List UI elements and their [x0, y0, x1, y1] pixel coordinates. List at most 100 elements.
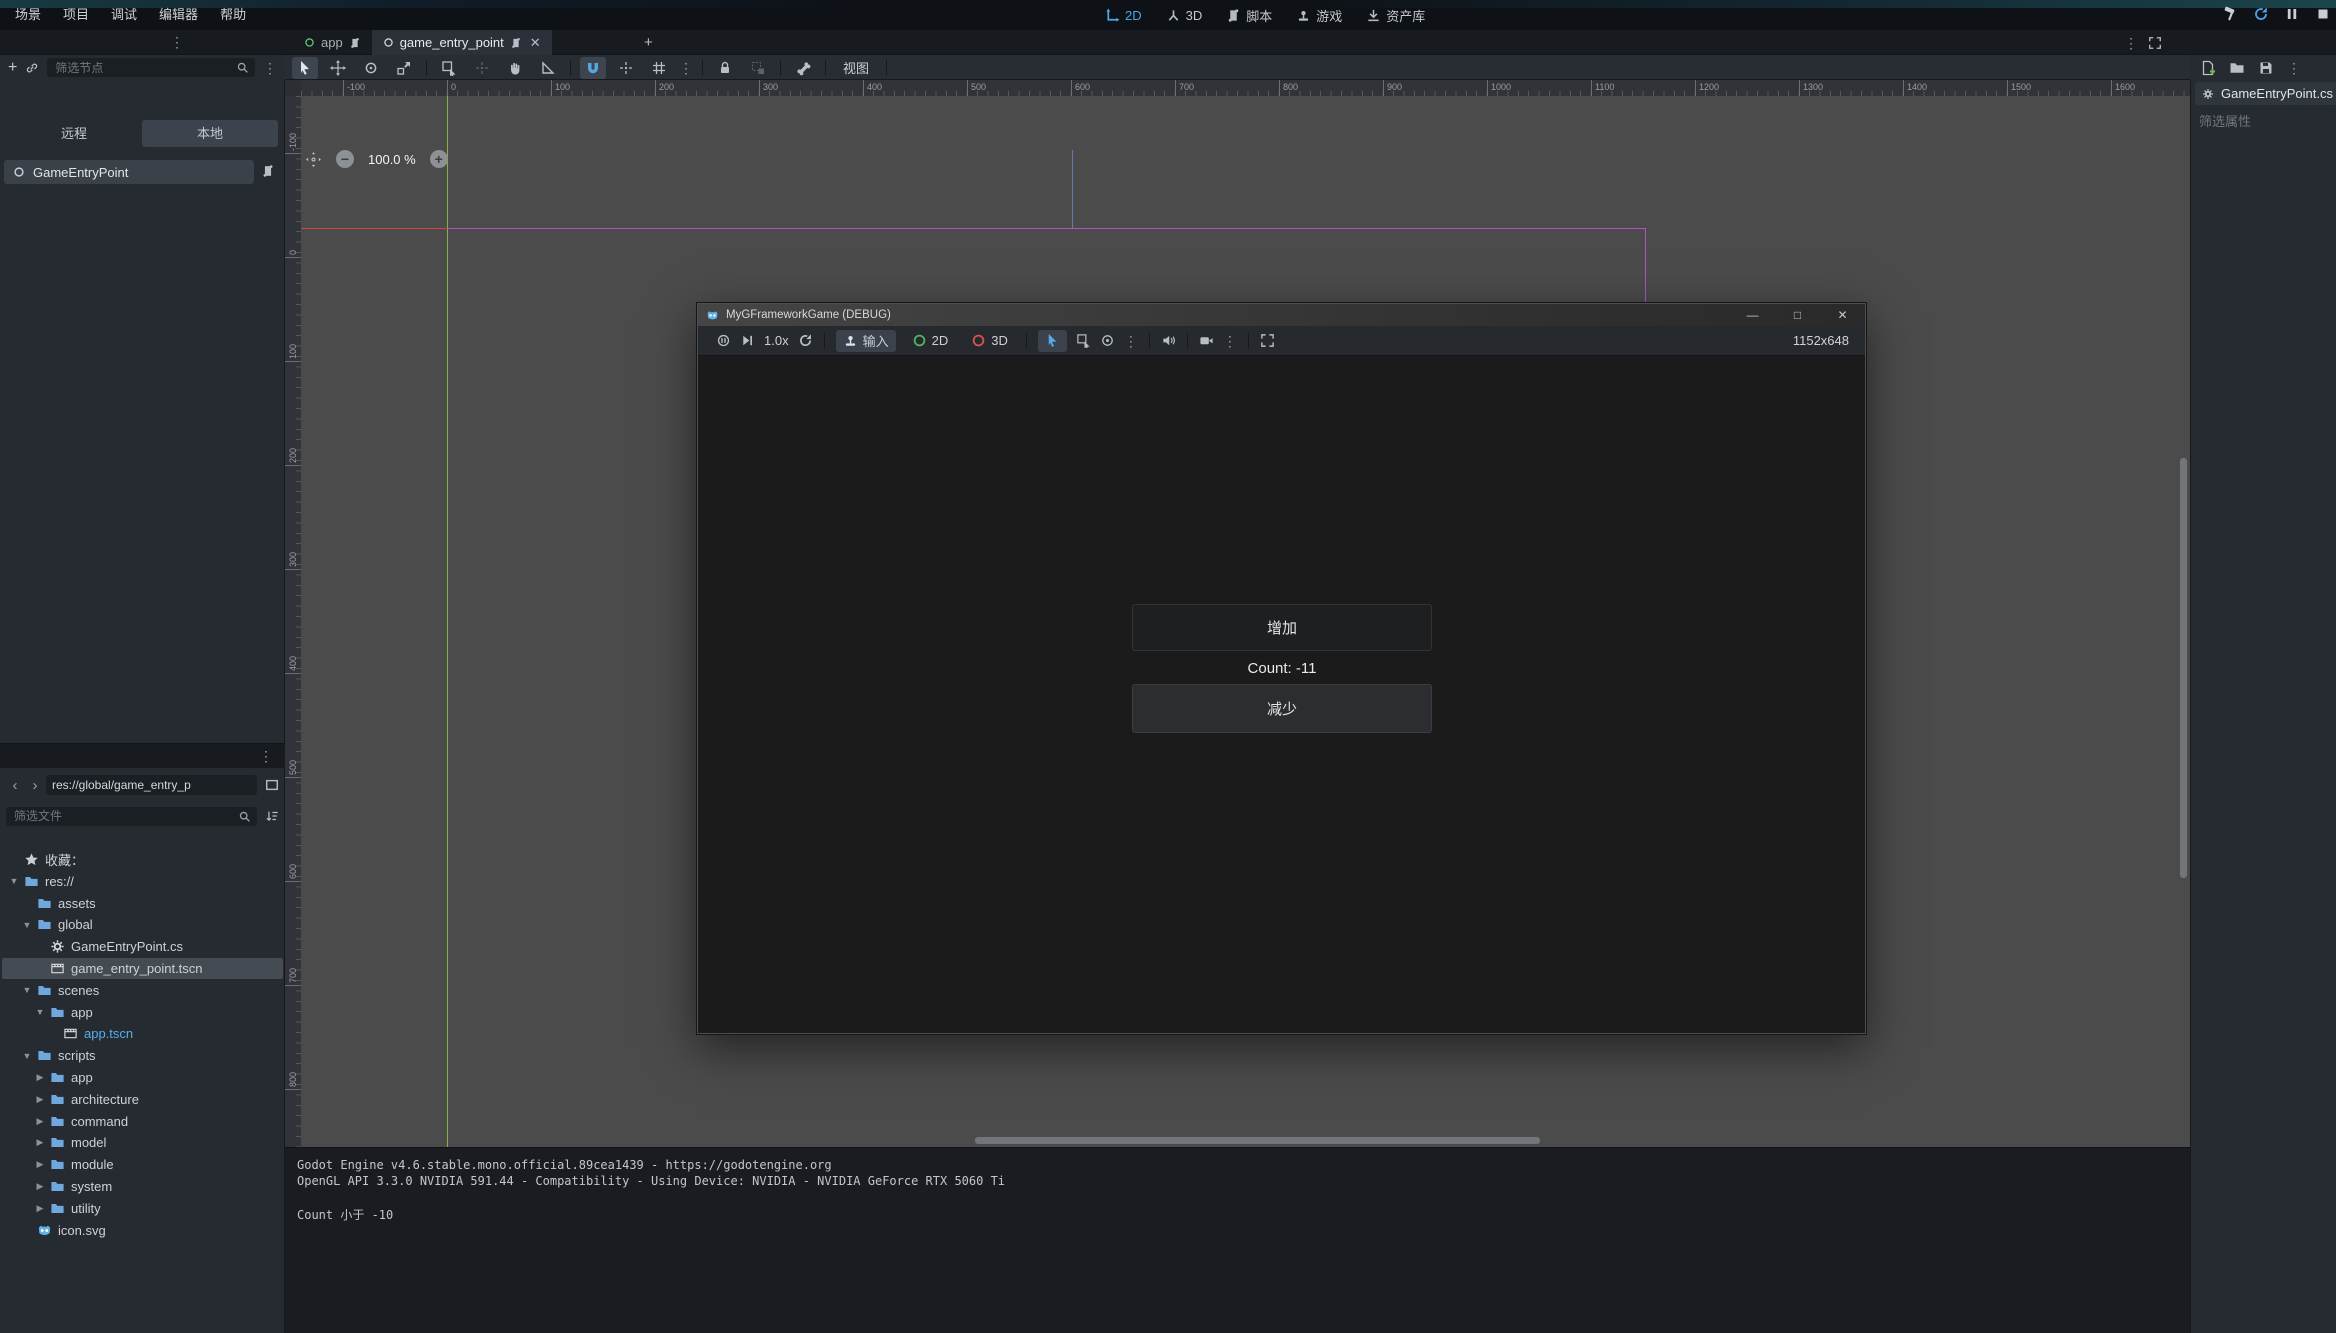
local-button[interactable]: 本地 [142, 120, 278, 147]
inspector-menu-icon[interactable]: ⋮ [2287, 61, 2301, 75]
file-tree-row[interactable]: 收藏： [2, 849, 283, 870]
mute-audio-icon[interactable] [1161, 333, 1176, 348]
file-tree-row[interactable]: app.tscn [2, 1023, 283, 1044]
scene-dock-menu-icon[interactable]: ⋮ [263, 61, 277, 75]
file-filter-input[interactable] [6, 807, 257, 826]
node-filter-input[interactable] [47, 58, 255, 77]
file-tree-row[interactable]: ▶ module [2, 1154, 283, 1175]
left-dock-menu-icon[interactable]: ⋮ [170, 35, 184, 49]
scene-tab[interactable]: app ✕ [293, 30, 372, 55]
select-tool-button[interactable] [292, 57, 318, 79]
file-tree-row[interactable]: ▼ app [2, 1002, 283, 1023]
pan-tool-button[interactable] [502, 57, 528, 79]
path-field[interactable]: res://global/game_entry_p [46, 775, 257, 795]
movie-maker-icon[interactable] [1199, 333, 1214, 348]
reset-speed-icon[interactable] [798, 333, 813, 348]
new-scene-tab-button[interactable]: + [632, 30, 665, 55]
scene-tree-root-row[interactable]: GameEntryPoint [4, 160, 281, 184]
nav-back-icon[interactable]: ‹ [6, 777, 24, 794]
position-tool-button[interactable] [469, 57, 495, 79]
file-tree-row[interactable]: ▼ res:// [2, 871, 283, 892]
script-icon[interactable] [349, 37, 361, 49]
skeleton-button[interactable] [790, 57, 816, 79]
canvas-vertical-scrollbar[interactable] [2180, 458, 2187, 878]
game-list-select-icon[interactable] [1076, 333, 1091, 348]
view-menu-button[interactable]: 视图 [835, 58, 877, 77]
tree-chevron-icon[interactable]: ▶ [34, 1072, 46, 1083]
menu-item[interactable]: 项目 [52, 0, 100, 30]
group-button[interactable] [745, 57, 771, 79]
remote-button[interactable]: 远程 [6, 120, 142, 147]
embed-fullscreen-icon[interactable] [1260, 333, 1275, 348]
camera-2d-button[interactable]: 2D [905, 330, 956, 352]
camera-override-icon[interactable] [1100, 333, 1115, 348]
maximize-button[interactable]: □ [1775, 304, 1820, 326]
filesystem-menu-icon[interactable]: ⋮ [259, 749, 273, 763]
smart-snap-button[interactable] [580, 57, 606, 79]
add-node-icon[interactable]: + [8, 59, 17, 77]
script-icon[interactable] [510, 37, 522, 49]
sort-files-icon[interactable] [265, 809, 279, 823]
split-mode-icon[interactable] [265, 778, 279, 792]
menu-item[interactable]: 调试 [100, 0, 148, 30]
movie-menu-icon[interactable]: ⋮ [1223, 334, 1237, 348]
workspace-button[interactable]: 资产库 [1359, 6, 1432, 25]
tree-chevron-icon[interactable]: ▼ [21, 920, 33, 930]
distraction-free-icon[interactable] [2148, 36, 2162, 50]
increase-button[interactable]: 增加 [1132, 604, 1432, 651]
canvas-horizontal-scrollbar[interactable] [975, 1137, 1540, 1144]
zoom-out-button[interactable]: − [336, 150, 354, 168]
list-select-button[interactable] [436, 57, 462, 79]
tree-chevron-icon[interactable]: ▼ [21, 985, 33, 995]
file-tree-row[interactable]: ▼ scenes [2, 980, 283, 1001]
run-control-button[interactable] [2222, 6, 2238, 25]
debug-break-icon[interactable] [716, 333, 731, 348]
run-control-button[interactable] [2284, 6, 2300, 25]
game-window[interactable]: MyGFrameworkGame (DEBUG) — □ ✕ 1.0x 输入 2… [697, 303, 1866, 1034]
game-window-titlebar[interactable]: MyGFrameworkGame (DEBUG) [698, 304, 1865, 326]
scene-tab[interactable]: game_entry_point ✕ [372, 30, 552, 55]
file-tree-row[interactable]: ▶ architecture [2, 1089, 283, 1110]
file-tree-row[interactable]: ▶ utility [2, 1198, 283, 1219]
file-tree-row[interactable]: ▼ scripts [2, 1045, 283, 1066]
menu-item[interactable]: 场景 [4, 0, 52, 30]
instance-scene-icon[interactable] [25, 61, 39, 75]
workspace-button[interactable]: 游戏 [1289, 6, 1349, 25]
snap-options-menu-icon[interactable]: ⋮ [679, 61, 693, 75]
run-control-button[interactable] [2253, 6, 2269, 25]
workspace-button[interactable]: 3D [1159, 8, 1210, 23]
game-options-menu-icon[interactable]: ⋮ [1124, 334, 1138, 348]
rotate-tool-button[interactable] [358, 57, 384, 79]
tree-chevron-icon[interactable]: ▶ [34, 1181, 46, 1192]
tree-chevron-icon[interactable]: ▶ [34, 1094, 46, 1105]
tree-chevron-icon[interactable]: ▼ [21, 1051, 33, 1061]
file-tree-row[interactable]: GameEntryPoint.cs [2, 936, 283, 957]
grid-snap-button[interactable] [646, 57, 672, 79]
attached-script-icon[interactable] [261, 164, 275, 178]
tree-chevron-icon[interactable]: ▶ [34, 1203, 46, 1214]
next-frame-icon[interactable] [740, 333, 755, 348]
menu-item[interactable]: 帮助 [209, 0, 257, 30]
tree-chevron-icon[interactable]: ▶ [34, 1137, 46, 1148]
menu-item[interactable]: 编辑器 [148, 0, 209, 30]
camera-3d-button[interactable]: 3D [964, 330, 1015, 352]
tree-chevron-icon[interactable]: ▼ [8, 876, 20, 886]
file-tree-row[interactable]: ▼ global [2, 914, 283, 935]
file-tree-row[interactable]: game_entry_point.tscn [2, 958, 283, 979]
tab-list-menu-icon[interactable]: ⋮ [2124, 36, 2138, 50]
game-select-button[interactable] [1038, 330, 1067, 352]
file-tree-row[interactable]: assets [2, 893, 283, 914]
lock-button[interactable] [712, 57, 738, 79]
save-resource-icon[interactable] [2258, 60, 2274, 76]
input-passthrough-button[interactable]: 输入 [836, 330, 896, 352]
close-tab-icon[interactable]: ✕ [528, 35, 541, 51]
tree-chevron-icon[interactable]: ▼ [34, 1007, 46, 1017]
file-tree-row[interactable]: ▶ system [2, 1176, 283, 1197]
speed-label[interactable]: 1.0x [764, 333, 789, 348]
file-tree-row[interactable]: ▶ model [2, 1132, 283, 1153]
tree-chevron-icon[interactable]: ▶ [34, 1159, 46, 1170]
pixel-snap-button[interactable] [613, 57, 639, 79]
tree-chevron-icon[interactable]: ▶ [34, 1116, 46, 1127]
file-tree-row[interactable]: ▶ app [2, 1067, 283, 1088]
load-resource-icon[interactable] [2229, 60, 2245, 76]
